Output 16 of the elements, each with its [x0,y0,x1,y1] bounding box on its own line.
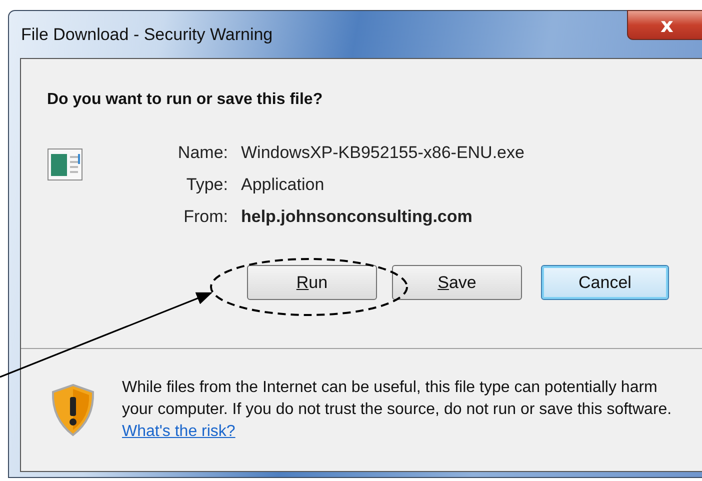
close-button[interactable]: x [627,10,702,40]
window-title: File Download - Security Warning [20,24,273,44]
risk-link[interactable]: What's the risk? [122,423,236,440]
field-label: From: [182,207,228,227]
field-value: Application [241,175,326,195]
warning-shield-icon [50,383,96,437]
field-label: Type: [185,175,228,195]
field-label: Name: [176,143,228,163]
warning-text: While files from the Internet can be useful, this file type can potentially harm your computer. If you do not trust the source, do not run or save this software. What's the risk? [122,378,673,442]
field-value: help.johnsonconsulting.com [241,207,474,227]
dialog-button[interactable]: Save [392,265,522,300]
dialog-button[interactable]: Cancel [541,265,669,300]
dialog-button[interactable]: Run [247,265,377,300]
application-icon [47,147,83,183]
question-heading: Do you want to run or save this file? [47,91,324,109]
field-value: WindowsXP-KB952155-x86-ENU.exe [241,143,524,163]
